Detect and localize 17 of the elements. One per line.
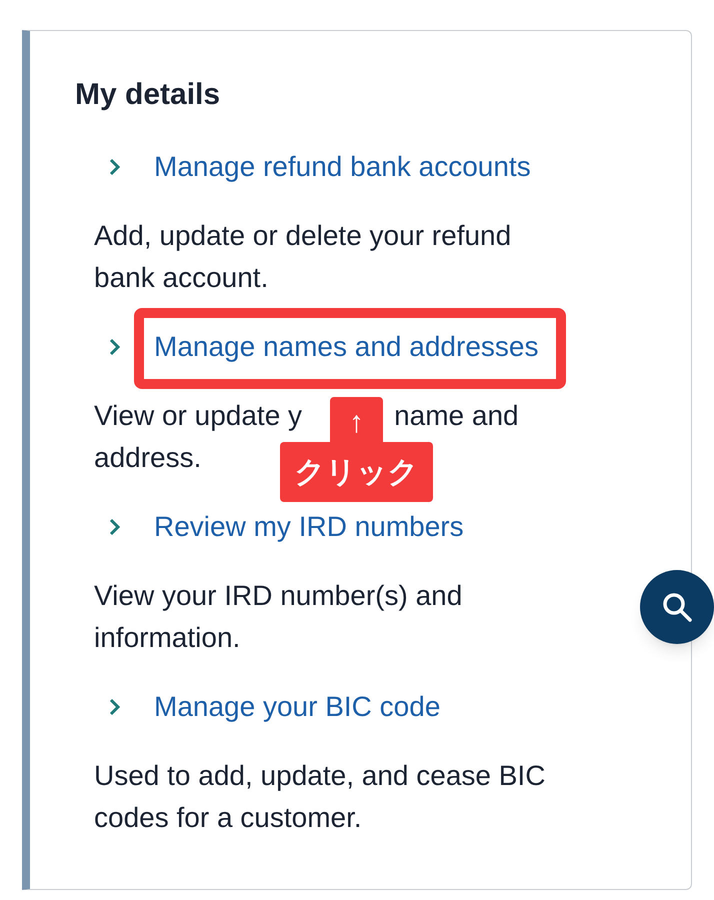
search-icon xyxy=(661,591,693,623)
link[interactable]: Manage names and addresses xyxy=(154,331,538,362)
link[interactable]: Manage your BIC code xyxy=(154,691,440,722)
description: View your IRD number(s) and information. xyxy=(94,579,464,655)
section-heading: My details xyxy=(75,77,220,113)
chevron-icon xyxy=(109,518,121,536)
description: Used to add, update, and cease BIC codes for a customer. xyxy=(94,759,546,835)
chevron-icon xyxy=(109,158,121,176)
link[interactable]: Manage refund bank accounts xyxy=(154,151,531,182)
chevron-icon xyxy=(109,338,121,356)
description: name and xyxy=(394,399,519,433)
description: address. xyxy=(94,441,202,475)
description: Add, update or delete your refund bank account. xyxy=(94,219,512,295)
callout-label: クリック xyxy=(280,442,433,502)
link[interactable]: Review my IRD numbers xyxy=(154,511,464,542)
chevron-icon xyxy=(109,698,121,716)
description: View or update y xyxy=(94,399,302,433)
